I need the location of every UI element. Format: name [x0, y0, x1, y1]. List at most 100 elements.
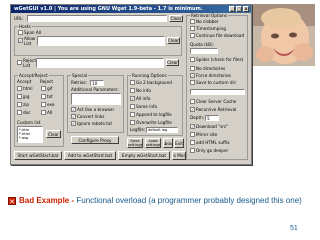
spider-checkbox[interactable] — [190, 57, 195, 62]
recursive-checkbox[interactable]: ✓ — [190, 107, 195, 112]
retrieval-option-checkbox[interactable] — [190, 19, 195, 24]
custom-list-label: Custom list — [17, 120, 41, 125]
caption-text: Functional overload (a programmer probab… — [74, 196, 302, 205]
logfile-label: Logfile: — [130, 127, 146, 132]
close-button[interactable]: x — [243, 6, 249, 12]
start-batch-button[interactable]: Start wGetStart.bat — [14, 151, 62, 160]
baby-photo — [251, 4, 315, 66]
maximize-button[interactable]: □ — [236, 6, 242, 12]
custom-list-field[interactable]: *.htm *.html *.asp — [17, 126, 43, 143]
download-src-checkbox[interactable]: ✓ — [190, 124, 195, 129]
running-option-checkbox[interactable] — [130, 80, 135, 85]
ignore-robots-label: Ignore robots.txt — [77, 121, 112, 126]
about-button[interactable]: About — [163, 138, 173, 148]
only-deeper-label: Only go deeper — [196, 148, 229, 153]
configure-proxy-button[interactable]: Configure Proxy — [71, 136, 119, 144]
file-type-checkbox[interactable] — [41, 94, 46, 99]
file-type-checkbox[interactable] — [17, 86, 22, 91]
retrieval-dir-option-checkbox[interactable] — [190, 80, 195, 85]
retrieval-options-group: Retrieval Options No clobber Timestamping… — [186, 13, 248, 160]
save-settings-button[interactable]: Save settings — [127, 138, 143, 148]
download-src-label: Download "src" — [196, 124, 229, 129]
retrieval-dir-option-checkbox[interactable] — [190, 66, 195, 71]
allow-list-field[interactable] — [37, 36, 165, 46]
file-type-label: exe — [47, 102, 55, 107]
page-number: 51 — [290, 225, 298, 232]
allow-list-checkbox[interactable]: ✓ — [18, 38, 23, 43]
add-batch-button[interactable]: Add to wGetStart.bat — [64, 151, 116, 160]
file-type-checkbox[interactable] — [17, 110, 22, 115]
clear-url-button[interactable]: Clear — [169, 15, 183, 22]
reject-list-checkbox[interactable] — [17, 60, 22, 65]
running-options-group: Running Options Go 2 background No info ✓ A… — [127, 73, 183, 136]
mirror-checkbox[interactable] — [190, 132, 195, 137]
custom-value: *.asp — [19, 136, 29, 140]
depth-input[interactable]: 5 — [205, 115, 219, 121]
running-option-checkbox[interactable]: ✓ — [130, 96, 135, 101]
file-type-checkbox[interactable] — [17, 94, 22, 99]
clear-custom-button[interactable]: Clear — [46, 130, 61, 138]
file-type-checkbox[interactable] — [41, 102, 46, 107]
act-browser-checkbox[interactable]: ✓ — [71, 107, 76, 112]
retries-label: Retries: — [71, 80, 87, 85]
running-option-label: No info — [136, 88, 151, 93]
running-option-label: Append to logfile — [136, 112, 172, 117]
file-type-checkbox[interactable] — [41, 110, 46, 115]
allow-list-label: List — [24, 41, 32, 46]
retrieval-option-label: No clobber — [196, 19, 219, 24]
only-deeper-checkbox[interactable] — [190, 148, 195, 153]
minimize-button[interactable]: _ — [229, 6, 235, 12]
x-box-icon: ✕ — [8, 197, 16, 206]
special-title: Special — [71, 73, 89, 78]
convert-links-checkbox[interactable]: ✓ — [71, 114, 76, 119]
clear-server-cache-checkbox[interactable] — [190, 99, 195, 104]
span-all-label: Span All — [24, 30, 42, 35]
retrieval-dir-option-checkbox[interactable]: ✓ — [190, 73, 195, 78]
running-option-checkbox[interactable] — [130, 88, 135, 93]
retrieval-option-checkbox[interactable] — [190, 26, 195, 31]
file-type-label: doc — [23, 110, 31, 115]
running-option-checkbox[interactable] — [130, 112, 135, 117]
retrieval-option-checkbox[interactable] — [190, 33, 195, 38]
accept-reject-title: Accept/Reject — [18, 73, 49, 78]
retrieval-dir-option-label: Save to custom dir: — [196, 80, 237, 85]
file-type-checkbox[interactable] — [17, 102, 22, 107]
retries-input[interactable]: 10 — [90, 80, 104, 86]
additional-params-field[interactable] — [71, 93, 121, 105]
clear-allow-button[interactable]: Clear — [167, 37, 180, 44]
exit-button[interactable]: Exit — [174, 138, 184, 148]
reject-list-label: List — [23, 63, 31, 68]
accept-option[interactable]: Accept — [17, 79, 31, 84]
load-settings-button[interactable]: Load settings — [145, 138, 161, 148]
hosts-group: Hosts Span All ✓ Allow List Clear — [14, 24, 182, 56]
reject-list-field[interactable] — [36, 58, 164, 68]
running-option-checkbox[interactable] — [130, 104, 135, 109]
caption: ✕ Bad Example - Functional overload (a pr… — [8, 195, 308, 206]
add-html-checkbox[interactable] — [190, 140, 195, 145]
url-input[interactable] — [27, 15, 167, 22]
running-option-label: Overwrite Logfile — [136, 120, 172, 125]
quota-label: Quota (kB): — [190, 42, 215, 47]
accept-reject-group: Accept/Reject Accept Reject html gif jpg tx… — [14, 73, 64, 147]
clear-server-cache-label: Clear Server Cache — [196, 99, 237, 104]
running-option-checkbox[interactable] — [130, 120, 135, 125]
file-type-label: html — [23, 86, 33, 91]
reject-option[interactable]: Reject — [40, 79, 53, 84]
file-type-label: gif — [47, 86, 53, 91]
app-window: wGetGUI v1.0 | You are using GNU Wget 1.… — [10, 4, 252, 165]
file-type-label: txt — [47, 94, 53, 99]
span-all-checkbox[interactable] — [18, 30, 23, 35]
ignore-robots-checkbox[interactable]: ✓ — [71, 121, 76, 126]
convert-links-label: Convert links — [77, 114, 105, 119]
clear-reject-button[interactable]: Clear — [166, 59, 179, 66]
retrieval-option-label: Timestamping — [196, 26, 226, 31]
custom-dir-input[interactable] — [190, 89, 245, 95]
running-option-label: Some info — [136, 104, 158, 109]
pro-mode-button[interactable]: Pro Mode — [172, 151, 186, 160]
logfile-input[interactable]: default log — [146, 127, 178, 133]
quota-input[interactable] — [190, 48, 218, 54]
spider-label: Spider (check for files) — [196, 57, 244, 62]
empty-batch-button[interactable]: Empty wGetStart.bat — [118, 151, 170, 160]
file-type-checkbox[interactable] — [41, 86, 46, 91]
window-title: wGetGUI v1.0 | You are using GNU Wget 1.… — [11, 5, 251, 13]
